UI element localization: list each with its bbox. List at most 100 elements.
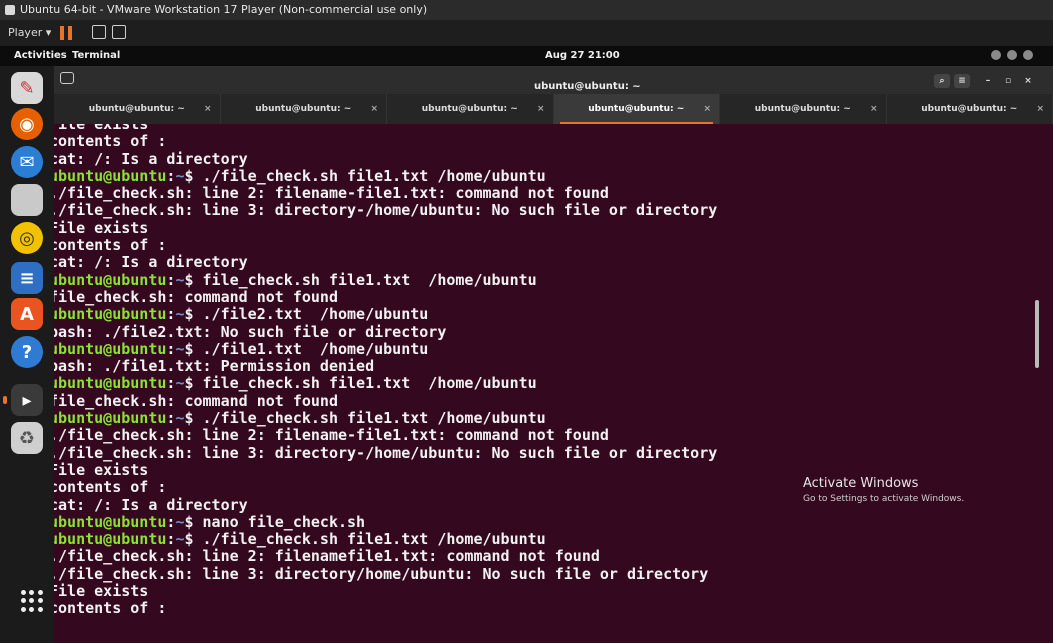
terminal-output[interactable]: File exists contents of : cat: /: Is a dir…	[54, 124, 1053, 643]
new-tab-icon[interactable]	[60, 72, 74, 84]
prompt-user: ubuntu@ubuntu	[54, 374, 167, 393]
maximize-icon[interactable]: ▫	[1000, 74, 1016, 88]
terminal-command-line: ubuntu@ubuntu:~$ ./file1.txt /home/ubunt…	[54, 339, 717, 358]
tab-label: ubuntu@ubuntu: ~	[921, 104, 1018, 114]
terminal-output-line: contents of :	[54, 599, 167, 618]
command-text: ./file_check.sh file1.txt /home/ubuntu	[202, 166, 546, 185]
tab-label: ubuntu@ubuntu: ~	[588, 104, 685, 114]
terminal-output-line: contents of :	[54, 236, 167, 255]
terminal-tab[interactable]: ubuntu@ubuntu: ~ ×	[387, 94, 554, 124]
terminal-tabs: ubuntu@ubuntu: ~ × ubuntu@ubuntu: ~ × ubun…	[54, 94, 1053, 124]
dock: ✎ ◉ ✉ ◎ ≡ A ? ▸ ♻	[0, 66, 54, 643]
command-text: ./file_check.sh file1.txt /home/ubuntu	[202, 409, 546, 428]
vmware-window-title: Ubuntu 64-bit - VMware Workstation 17 Pl…	[20, 3, 428, 16]
vmware-toolbar: Player ▾	[0, 20, 1053, 46]
terminal-command-line: ubuntu@ubuntu:~$ ./file_check.sh file1.t…	[54, 530, 717, 549]
help-icon[interactable]: ✎	[11, 72, 43, 104]
terminal-output-line: file_check.sh: command not found	[54, 391, 338, 410]
terminal-output-line: File exists	[54, 582, 149, 601]
prompt-user: ubuntu@ubuntu	[54, 530, 167, 549]
firefox-icon[interactable]: ◉	[11, 108, 43, 140]
command-text: ./file2.txt /home/ubuntu	[202, 305, 429, 324]
player-menu[interactable]: Player ▾	[8, 26, 51, 39]
command-text: nano file_check.sh	[202, 512, 366, 531]
tab-close-icon[interactable]: ×	[537, 94, 545, 124]
tab-close-icon[interactable]: ×	[870, 94, 878, 124]
terminal-tab[interactable]: ubuntu@ubuntu: ~ ×	[720, 94, 887, 124]
help-icon[interactable]: ?	[11, 336, 43, 368]
terminal-icon[interactable]: ▸	[3, 384, 43, 416]
show-apps-icon[interactable]	[21, 590, 43, 612]
prompt-user: ubuntu@ubuntu	[54, 512, 167, 531]
terminal-output-line: ./file_check.sh: line 2: filename-file1.…	[54, 184, 609, 203]
tab-close-icon[interactable]: ×	[1036, 94, 1044, 124]
terminal-output-line: cat: /: Is a directory	[54, 495, 248, 514]
minimize-icon[interactable]: –	[980, 74, 996, 88]
terminal-output-line: cat: /: Is a directory	[54, 149, 248, 168]
terminal-window: ubuntu@ubuntu: ~ ⌕ ≡ – ▫ × ubuntu@ubuntu…	[54, 66, 1053, 643]
terminal-output-line: File exists	[54, 218, 149, 237]
send-ctrl-alt-del-icon[interactable]	[92, 25, 106, 39]
terminal-tab-active[interactable]: ubuntu@ubuntu: ~ ×	[553, 94, 720, 124]
network-icon	[991, 50, 1001, 60]
terminal-tab[interactable]: ubuntu@ubuntu: ~ ×	[54, 94, 221, 124]
terminal-tab[interactable]: ubuntu@ubuntu: ~ ×	[887, 94, 1053, 124]
terminal-text: File exists contents of : cat: /: Is a dir…	[54, 124, 717, 618]
command-text: ./file_check.sh file1.txt /home/ubuntu	[202, 530, 546, 549]
tab-label: ubuntu@ubuntu: ~	[255, 104, 352, 114]
menu-icon[interactable]: ≡	[954, 74, 970, 88]
terminal-output-line: ./file_check.sh: line 2: filenamefile1.t…	[54, 547, 600, 566]
volume-icon	[1007, 50, 1017, 60]
app-center-icon[interactable]: A	[11, 298, 43, 330]
terminal-command-line: ubuntu@ubuntu:~$ file_check.sh file1.txt…	[54, 270, 717, 289]
command-text: file_check.sh file1.txt /home/ubuntu	[202, 270, 537, 289]
writer-icon[interactable]: ≡	[11, 262, 43, 294]
files-icon[interactable]	[11, 184, 43, 216]
terminal-title: ubuntu@ubuntu: ~	[534, 81, 641, 92]
tab-label: ubuntu@ubuntu: ~	[754, 104, 851, 114]
terminal-command-line: ubuntu@ubuntu:~$ ./file_check.sh file1.t…	[54, 409, 717, 428]
trash-icon[interactable]: ♻	[11, 422, 43, 454]
prompt-user: ubuntu@ubuntu	[54, 270, 167, 289]
prompt-user: ubuntu@ubuntu	[54, 166, 167, 185]
terminal-output-line: cat: /: Is a directory	[54, 253, 248, 272]
terminal-output-line: contents of :	[54, 132, 167, 151]
power-icon	[1023, 50, 1033, 60]
clock[interactable]: Aug 27 21:00	[545, 46, 620, 66]
terminal-output-line: File exists	[54, 460, 149, 479]
app-menu[interactable]: Terminal	[72, 46, 120, 66]
tab-close-icon[interactable]: ×	[370, 94, 378, 124]
activities-button[interactable]: Activities	[14, 46, 67, 66]
gnome-top-bar: Activities Terminal Aug 27 21:00	[0, 46, 1053, 66]
fullscreen-icon[interactable]	[112, 25, 126, 39]
vmware-title-bar: Ubuntu 64-bit - VMware Workstation 17 Pl…	[0, 0, 1053, 20]
pause-icon[interactable]	[60, 26, 72, 40]
terminal-command-line: ubuntu@ubuntu:~$ nano file_check.sh	[54, 512, 717, 531]
terminal-output-line: ./file_check.sh: line 3: directory-/home…	[54, 201, 718, 220]
tab-close-icon[interactable]: ×	[703, 94, 711, 124]
terminal-output-line: file_check.sh: command not found	[54, 287, 338, 306]
vmware-logo-icon	[5, 5, 15, 15]
watermark-title: Activate Windows	[803, 476, 919, 491]
terminal-header-bar: ubuntu@ubuntu: ~ ⌕ ≡ – ▫ ×	[54, 66, 1053, 94]
close-icon[interactable]: ×	[1020, 74, 1036, 88]
system-tray[interactable]	[991, 50, 1033, 60]
terminal-scrollbar[interactable]	[1035, 300, 1039, 368]
tab-close-icon[interactable]: ×	[204, 94, 212, 124]
tab-label: ubuntu@ubuntu: ~	[88, 104, 185, 114]
terminal-command-line: ubuntu@ubuntu:~$ ./file_check.sh file1.t…	[54, 166, 717, 185]
command-text: file_check.sh file1.txt /home/ubuntu	[202, 374, 537, 393]
terminal-output-line: bash: ./file1.txt: Permission denied	[54, 357, 375, 376]
command-text: ./file1.txt /home/ubuntu	[202, 339, 429, 358]
search-icon[interactable]: ⌕	[934, 74, 950, 88]
tab-label: ubuntu@ubuntu: ~	[421, 104, 518, 114]
thunderbird-icon[interactable]: ✉	[11, 146, 43, 178]
terminal-tab[interactable]: ubuntu@ubuntu: ~ ×	[221, 94, 387, 124]
activate-windows-watermark: Activate Windows Go to Settings to activ…	[803, 476, 964, 504]
terminal-command-line: ubuntu@ubuntu:~$ file_check.sh file1.txt…	[54, 375, 717, 392]
prompt-user: ubuntu@ubuntu	[54, 339, 167, 358]
watermark-subtitle: Go to Settings to activate Windows.	[803, 494, 965, 504]
terminal-output-line: ./file_check.sh: line 3: directory/home/…	[54, 564, 709, 583]
terminal-command-line: ubuntu@ubuntu:~$ ./file2.txt /home/ubunt…	[54, 306, 717, 323]
rhythmbox-icon[interactable]: ◎	[11, 222, 43, 254]
